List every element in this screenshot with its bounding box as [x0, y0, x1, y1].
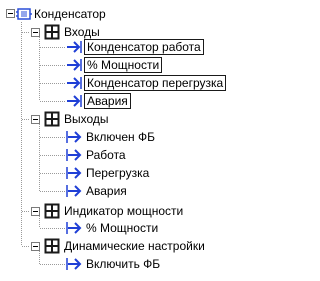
collapse-toggle[interactable]: [6, 9, 15, 18]
output-arrow-icon: [66, 167, 82, 179]
tree-node-root[interactable]: Конденсатор: [0, 5, 245, 23]
tree-node-label: Конденсатор работа: [84, 39, 204, 55]
function-block-icon: [16, 8, 32, 20]
tree-node-item[interactable]: Авария: [0, 92, 245, 110]
tree-node-label: Включен ФБ: [86, 130, 156, 144]
input-arrow-icon: [67, 95, 82, 107]
output-arrow-icon: [66, 185, 82, 197]
output-arrow-icon: [66, 149, 82, 161]
tree-node-label: Включить ФБ: [86, 257, 161, 271]
tree-node-item[interactable]: Включен ФБ: [0, 128, 245, 146]
tree-node-label: Конденсатор перегрузка: [84, 75, 227, 91]
folder-grid-icon: [44, 111, 60, 127]
collapse-toggle[interactable]: [31, 207, 40, 216]
output-arrow-icon: [66, 258, 82, 270]
collapse-toggle[interactable]: [31, 28, 40, 37]
tree-node-item[interactable]: Авария: [0, 182, 245, 200]
tree-node-label: Выходы: [64, 112, 109, 126]
tree-node-item[interactable]: % Мощности: [0, 56, 245, 74]
tree-node-label: Авария: [84, 93, 131, 109]
input-arrow-icon: [67, 59, 82, 71]
tree-node-label: Перегрузка: [86, 166, 150, 180]
tree-node-item[interactable]: % Мощности: [0, 219, 245, 237]
tree-node-label: Работа: [86, 148, 126, 162]
input-arrow-icon: [67, 77, 82, 89]
tree-node-group-outputs[interactable]: Выходы: [0, 110, 245, 128]
folder-grid-icon: [44, 203, 60, 219]
folder-grid-icon: [44, 238, 60, 254]
tree-node-item[interactable]: Конденсатор работа: [0, 38, 245, 56]
collapse-toggle[interactable]: [31, 115, 40, 124]
tree-node-item[interactable]: Включить ФБ: [0, 255, 245, 273]
input-arrow-icon: [67, 41, 82, 53]
output-arrow-icon: [66, 222, 82, 234]
tree-node-label: Индикатор мощности: [64, 204, 184, 218]
output-arrow-icon: [66, 131, 82, 143]
tree-view[interactable]: Конденсатор Входы Конденсатор работа % М…: [0, 0, 245, 281]
tree-node-label: Динамические настройки: [64, 239, 205, 253]
tree-node-label: Авария: [86, 184, 127, 198]
tree-node-item[interactable]: Работа: [0, 146, 245, 164]
tree-node-group-dynamic-settings[interactable]: Динамические настройки: [0, 237, 245, 255]
tree-node-label: % Мощности: [86, 221, 159, 235]
tree-node-item[interactable]: Перегрузка: [0, 164, 245, 182]
tree-node-item[interactable]: Конденсатор перегрузка: [0, 74, 245, 92]
tree-node-label: Конденсатор: [34, 7, 106, 21]
collapse-toggle[interactable]: [31, 242, 40, 251]
tree-node-group-power-indicator[interactable]: Индикатор мощности: [0, 202, 245, 220]
tree-node-label: % Мощности: [84, 57, 163, 73]
